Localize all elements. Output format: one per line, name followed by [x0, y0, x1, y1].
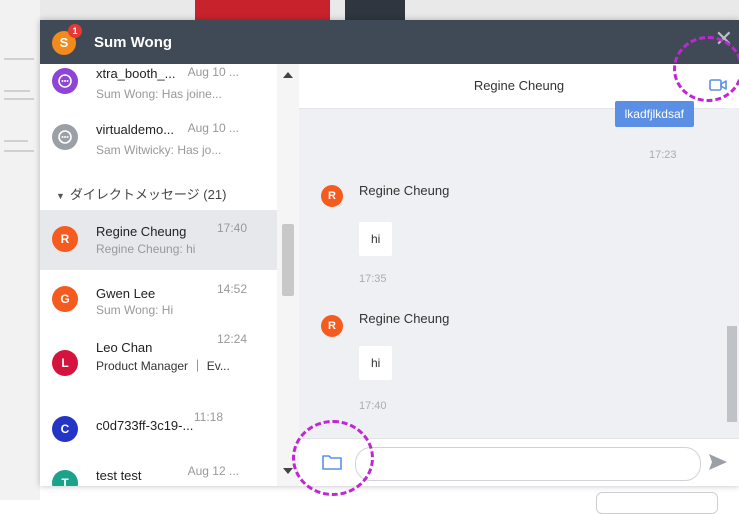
conversation-item[interactable]: G Gwen Lee 14:52 Sum Wong: Hi	[40, 270, 277, 330]
chat-pane: Regine Cheung lkadfjlkdsaf 17:23 R Regin…	[299, 64, 739, 486]
message-time: 17:35	[359, 273, 387, 285]
background-image	[345, 0, 405, 20]
send-icon[interactable]	[707, 451, 729, 473]
contact-avatar: R	[52, 226, 78, 252]
background-sidebar	[0, 0, 40, 500]
conversation-preview: Sum Wong: Has joine...	[96, 87, 222, 101]
contact-avatar: G	[52, 286, 78, 312]
background-line	[4, 58, 34, 60]
conversation-name: xtra_booth_...	[96, 66, 176, 81]
notification-badge: 1	[68, 24, 82, 38]
message-time: 17:40	[359, 400, 387, 412]
conversation-item[interactable]: L Leo Chan 12:24 Product Manager ｜ Ev...	[40, 330, 277, 390]
highlight-circle-video	[673, 36, 739, 102]
scrollbar-thumb[interactable]	[282, 224, 294, 296]
conversation-item[interactable]: T test test Aug 12 ...	[40, 456, 277, 486]
conversation-preview: Regine Cheung: hi	[96, 242, 196, 256]
conversation-time: 11:18	[193, 410, 223, 424]
window-title: Sum Wong	[94, 34, 173, 51]
conversation-item-selected[interactable]: R Regine Cheung 17:40 Regine Cheung: hi	[40, 210, 277, 270]
conversation-time: 12:24	[216, 332, 247, 346]
contact-avatar: L	[52, 350, 78, 376]
chat-group-icon	[52, 124, 78, 150]
sender-avatar: R	[321, 315, 343, 337]
conversation-list-scrollbar[interactable]	[277, 64, 299, 486]
highlight-circle-folder	[292, 420, 374, 496]
conversation-item[interactable]: C c0d733ff-3c19-... 11:18	[40, 400, 277, 460]
chat-window: S 1 Sum Wong ✕ xtra_booth_... Aug 10 ...…	[40, 20, 739, 486]
conversation-time: Aug 12 ...	[187, 464, 239, 478]
conversation-name: Gwen Lee	[96, 286, 156, 301]
section-label: ダイレクトメッセージ (21)	[69, 187, 227, 202]
conversation-name: c0d733ff-3c19-...	[96, 418, 194, 433]
chat-scrollbar[interactable]	[725, 108, 739, 428]
section-header[interactable]: ▼ ダイレクトメッセージ (21)	[56, 184, 226, 203]
background-button	[596, 492, 718, 514]
conversation-preview: Product Manager ｜ Ev...	[96, 359, 230, 373]
conversation-name: test test	[96, 468, 142, 483]
conversation-list: xtra_booth_... Aug 10 ... Sum Wong: Has …	[40, 64, 277, 486]
conversation-name: Leo Chan	[96, 340, 153, 355]
sender-name: Regine Cheung	[359, 183, 450, 198]
chat-group-icon	[52, 68, 78, 94]
outgoing-message: lkadfjlkdsaf	[614, 101, 694, 127]
conversation-time: Aug 10 ...	[187, 65, 239, 79]
conversation-time: 14:52	[216, 282, 247, 296]
conversation-name: Regine Cheung	[96, 224, 187, 239]
background-banner	[195, 0, 330, 20]
conversation-preview: Sum Wong: Hi	[96, 303, 174, 317]
sender-name: Regine Cheung	[359, 311, 450, 326]
incoming-message: hi	[359, 346, 393, 380]
conversation-preview: Sam Witwicky: Has jo...	[96, 143, 222, 157]
window-titlebar: S 1 Sum Wong ✕	[40, 20, 739, 64]
message-time: 17:23	[649, 149, 677, 161]
scroll-up-icon[interactable]	[283, 72, 293, 78]
conversation-item[interactable]: virtualdemo... Aug 10 ... Sam Witwicky: …	[40, 112, 277, 172]
scroll-down-icon[interactable]	[283, 468, 293, 474]
scrollbar-thumb[interactable]	[727, 326, 737, 422]
contact-avatar: C	[52, 416, 78, 442]
background-line	[4, 90, 30, 92]
incoming-message: hi	[359, 222, 393, 256]
conversation-time: 17:40	[216, 221, 247, 235]
caret-down-icon: ▼	[56, 191, 65, 201]
chat-title: Regine Cheung	[473, 78, 565, 93]
background-line	[4, 140, 28, 142]
conversation-time: Aug 10 ...	[187, 121, 239, 135]
sender-avatar: R	[321, 185, 343, 207]
message-input[interactable]	[355, 447, 701, 481]
background-line	[4, 98, 34, 100]
background-line	[4, 150, 34, 152]
contact-avatar: T	[52, 470, 78, 486]
conversation-name: virtualdemo...	[96, 122, 175, 137]
